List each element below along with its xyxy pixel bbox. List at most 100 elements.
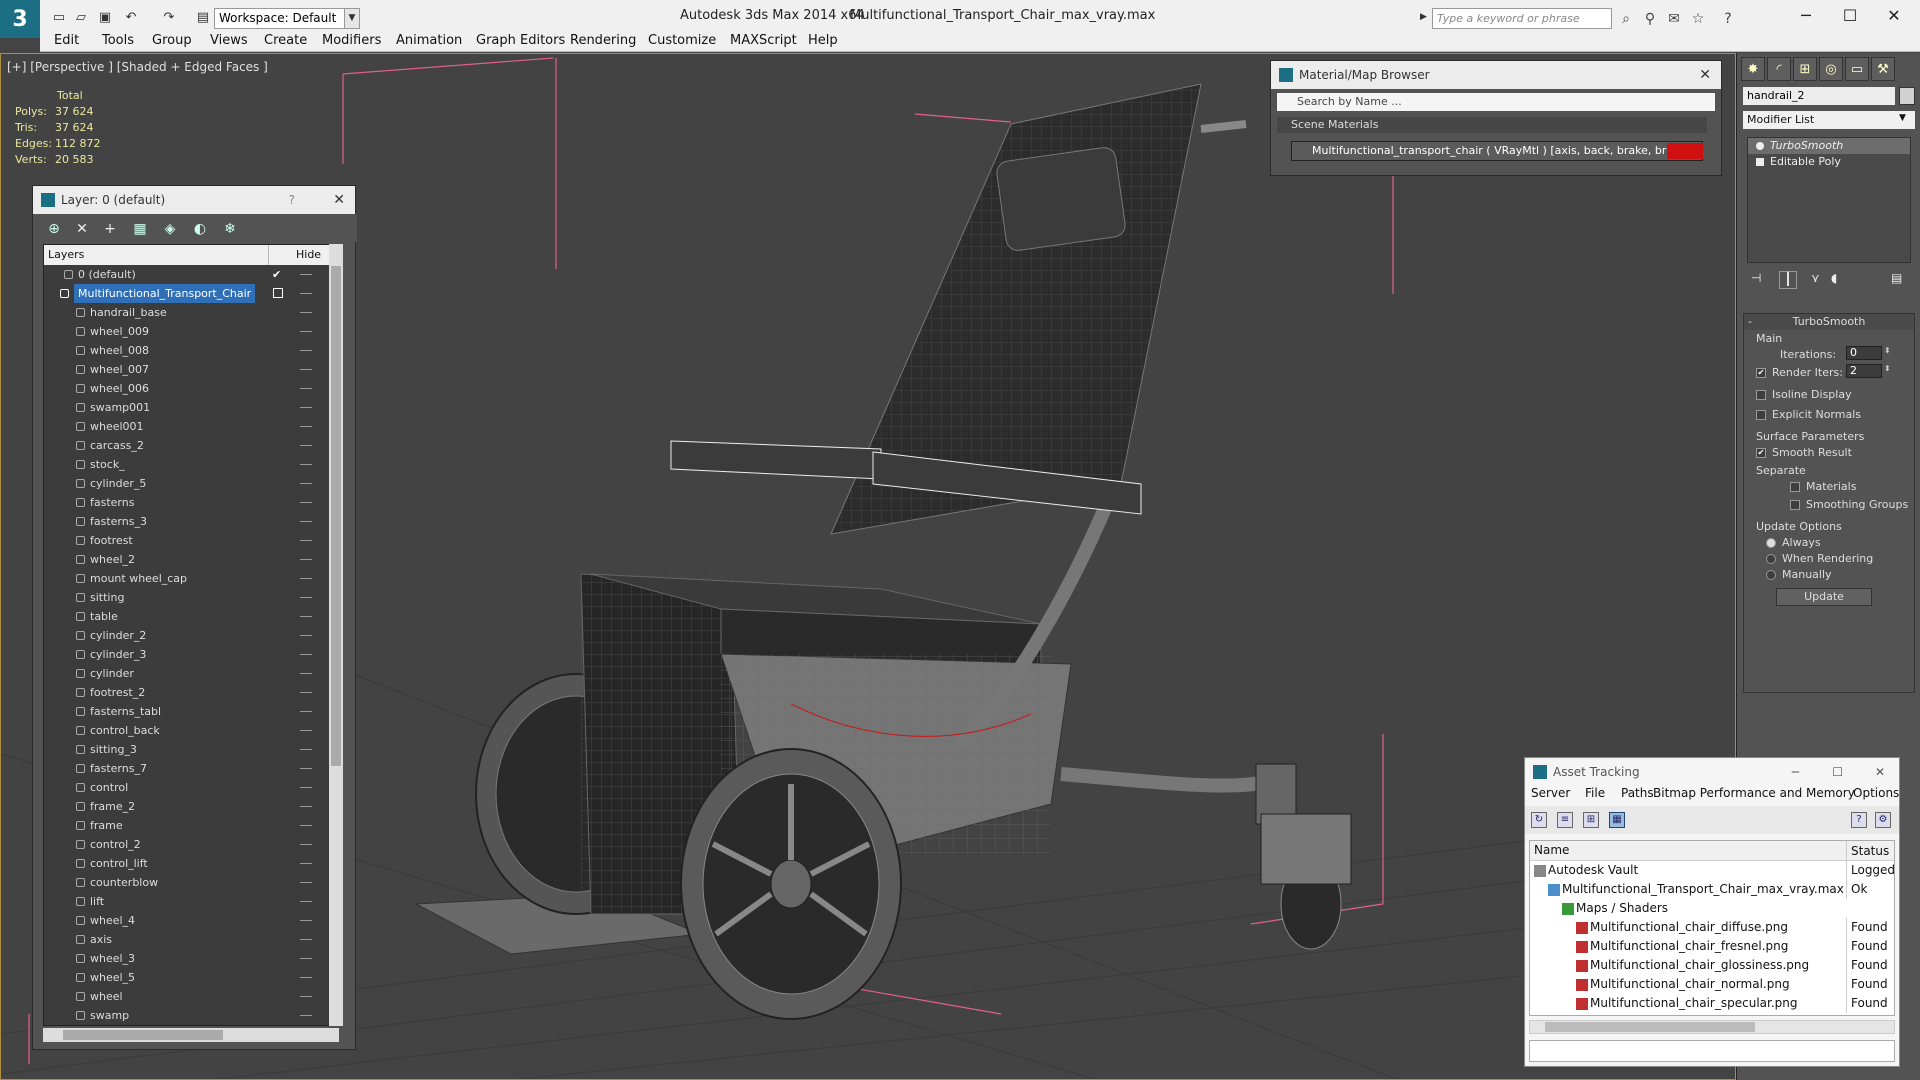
layer-object-row[interactable]: axis [44, 930, 338, 949]
add-to-layer-icon[interactable]: + [101, 220, 119, 238]
maximize-icon[interactable]: ☐ [1832, 758, 1843, 786]
layer-object-row[interactable]: control [44, 778, 338, 797]
layer-object-row[interactable]: wheel_009 [44, 322, 338, 341]
hide-toggle[interactable] [300, 882, 312, 883]
layer-object-row[interactable]: control_lift [44, 854, 338, 873]
list-view-icon[interactable]: ≡ [1557, 812, 1573, 828]
asset-row[interactable]: Multifunctional_chair_normal.png Found [1530, 975, 1894, 994]
layer-object-row[interactable]: control_2 [44, 835, 338, 854]
menu-paths[interactable]: Paths [1621, 786, 1654, 800]
layer-object-row[interactable]: swamp001 [44, 398, 338, 417]
render-iters-checkbox[interactable]: ✔ [1756, 368, 1766, 378]
close-icon[interactable]: ✕ [1875, 758, 1885, 786]
menu-modifiers[interactable]: Modifiers [322, 33, 381, 48]
layer-object-row[interactable]: footrest_2 [44, 683, 338, 702]
hide-toggle[interactable] [300, 939, 312, 940]
hide-toggle[interactable] [300, 274, 312, 275]
spinner-arrows-icon[interactable]: ⬍ [1884, 346, 1891, 355]
help-icon[interactable]: ? [289, 186, 295, 214]
layer-object-row[interactable]: sitting [44, 588, 338, 607]
material-browser-titlebar[interactable]: Material/Map Browser ✕ [1271, 61, 1721, 89]
checkbox-icon[interactable] [273, 288, 283, 298]
smoothing-groups-checkbox[interactable] [1790, 500, 1800, 510]
workspace-dropdown[interactable]: Workspace: Default [214, 8, 360, 29]
subscription-icon[interactable]: ⚲ [1640, 9, 1660, 29]
materials-checkbox[interactable] [1790, 482, 1800, 492]
menu-options[interactable]: Options [1853, 786, 1899, 800]
favorites-star-icon[interactable]: ☆ [1688, 9, 1708, 29]
hide-toggle[interactable] [300, 502, 312, 503]
hide-toggle[interactable] [300, 369, 312, 370]
modify-tab-icon[interactable]: ◜ [1767, 57, 1791, 81]
chevron-down-icon[interactable]: ▼ [1899, 113, 1906, 123]
create-layer-icon[interactable]: ⊕ [45, 220, 63, 238]
layer-object-row[interactable]: mount wheel_cap [44, 569, 338, 588]
layer-object-row[interactable]: frame_2 [44, 797, 338, 816]
layer-object-row[interactable]: wheel_007 [44, 360, 338, 379]
hide-toggle[interactable] [300, 1015, 312, 1016]
layer-object-row[interactable]: wheel [44, 987, 338, 1006]
motion-tab-icon[interactable]: ◎ [1819, 57, 1843, 81]
close-icon[interactable]: ✕ [1699, 61, 1711, 89]
close-icon[interactable]: ✕ [333, 186, 345, 214]
layer-object-row[interactable]: table [44, 607, 338, 626]
menu-bitmap-performance[interactable]: Bitmap Performance and Memory [1653, 786, 1855, 800]
hierarchy-tab-icon[interactable]: ⊞ [1793, 57, 1817, 81]
stack-item-turbosmooth[interactable]: TurboSmooth [1748, 138, 1910, 154]
tree-view-icon[interactable]: ⊞ [1583, 812, 1599, 828]
configure-sets-icon[interactable]: ▤ [1891, 271, 1902, 285]
app-logo-icon[interactable]: 3 [0, 0, 40, 38]
layer-object-row[interactable]: fasterns [44, 493, 338, 512]
asset-row[interactable]: Multifunctional_chair_fresnel.png Found [1530, 937, 1894, 956]
layer-scroll-thumb[interactable] [331, 266, 341, 766]
hide-toggle[interactable] [300, 749, 312, 750]
hide-toggle[interactable] [300, 597, 312, 598]
hide-toggle[interactable] [300, 293, 312, 294]
communication-icon[interactable]: ✉ [1664, 9, 1684, 29]
redo-icon[interactable]: ↷ [160, 9, 178, 27]
hide-toggle[interactable] [300, 977, 312, 978]
remove-modifier-icon[interactable]: ◖ [1831, 271, 1837, 285]
freeze-all-icon[interactable]: ❄ [221, 220, 239, 238]
minimize-icon[interactable]: ─ [1784, 4, 1828, 28]
refresh-icon[interactable]: ↻ [1531, 812, 1547, 828]
hide-toggle[interactable] [300, 901, 312, 902]
minimize-icon[interactable]: ─ [1792, 758, 1799, 786]
menu-file[interactable]: File [1585, 786, 1605, 800]
hide-toggle[interactable] [300, 920, 312, 921]
explicit-normals-checkbox[interactable] [1756, 410, 1766, 420]
help-query-icon[interactable]: ? [1851, 812, 1867, 828]
layer-object-row[interactable]: fasterns_tabl [44, 702, 338, 721]
when-rendering-radio[interactable] [1766, 554, 1776, 564]
close-icon[interactable]: ✕ [1872, 4, 1916, 28]
material-item[interactable]: Multifunctional_transport_chair ( VRayMt… [1291, 141, 1703, 161]
column-hide[interactable]: Hide [296, 245, 321, 265]
object-color-swatch[interactable] [1899, 87, 1915, 105]
layer-object-row[interactable]: wheel_5 [44, 968, 338, 987]
layer-object-row[interactable]: carcass_2 [44, 436, 338, 455]
hide-toggle[interactable] [300, 521, 312, 522]
asset-row[interactable]: Multifunctional_chair_glossiness.png Foun… [1530, 956, 1894, 975]
rollout-header[interactable]: - TurboSmooth [1744, 314, 1914, 330]
layer-object-row[interactable]: swamp [44, 1006, 338, 1025]
menu-animation[interactable]: Animation [396, 33, 462, 48]
column-status[interactable]: Status [1846, 841, 1889, 861]
object-name-field[interactable]: handrail_2 [1743, 87, 1895, 105]
spinner-arrows-icon[interactable]: ⬍ [1884, 364, 1891, 373]
layer-object-row[interactable]: frame [44, 816, 338, 835]
hide-toggle[interactable] [300, 578, 312, 579]
hide-toggle[interactable] [300, 407, 312, 408]
layer-object-row[interactable]: cylinder [44, 664, 338, 683]
select-objects-icon[interactable]: ▦ [131, 220, 149, 238]
hide-toggle[interactable] [300, 787, 312, 788]
column-layers[interactable]: Layers [48, 245, 84, 265]
maximize-icon[interactable]: ☐ [1828, 4, 1872, 28]
table-view-icon[interactable]: ▦ [1609, 812, 1625, 828]
create-tab-icon[interactable]: ✸ [1741, 57, 1765, 81]
layer-object-row[interactable]: handrail_base [44, 303, 338, 322]
asset-tracking-titlebar[interactable]: Asset Tracking ─ ☐ ✕ [1525, 758, 1899, 786]
show-end-result-icon[interactable]: ┃ [1779, 271, 1797, 289]
hide-toggle[interactable] [300, 635, 312, 636]
layer-object-row[interactable]: lift [44, 892, 338, 911]
stack-item-editable-poly[interactable]: Editable Poly [1748, 154, 1910, 170]
